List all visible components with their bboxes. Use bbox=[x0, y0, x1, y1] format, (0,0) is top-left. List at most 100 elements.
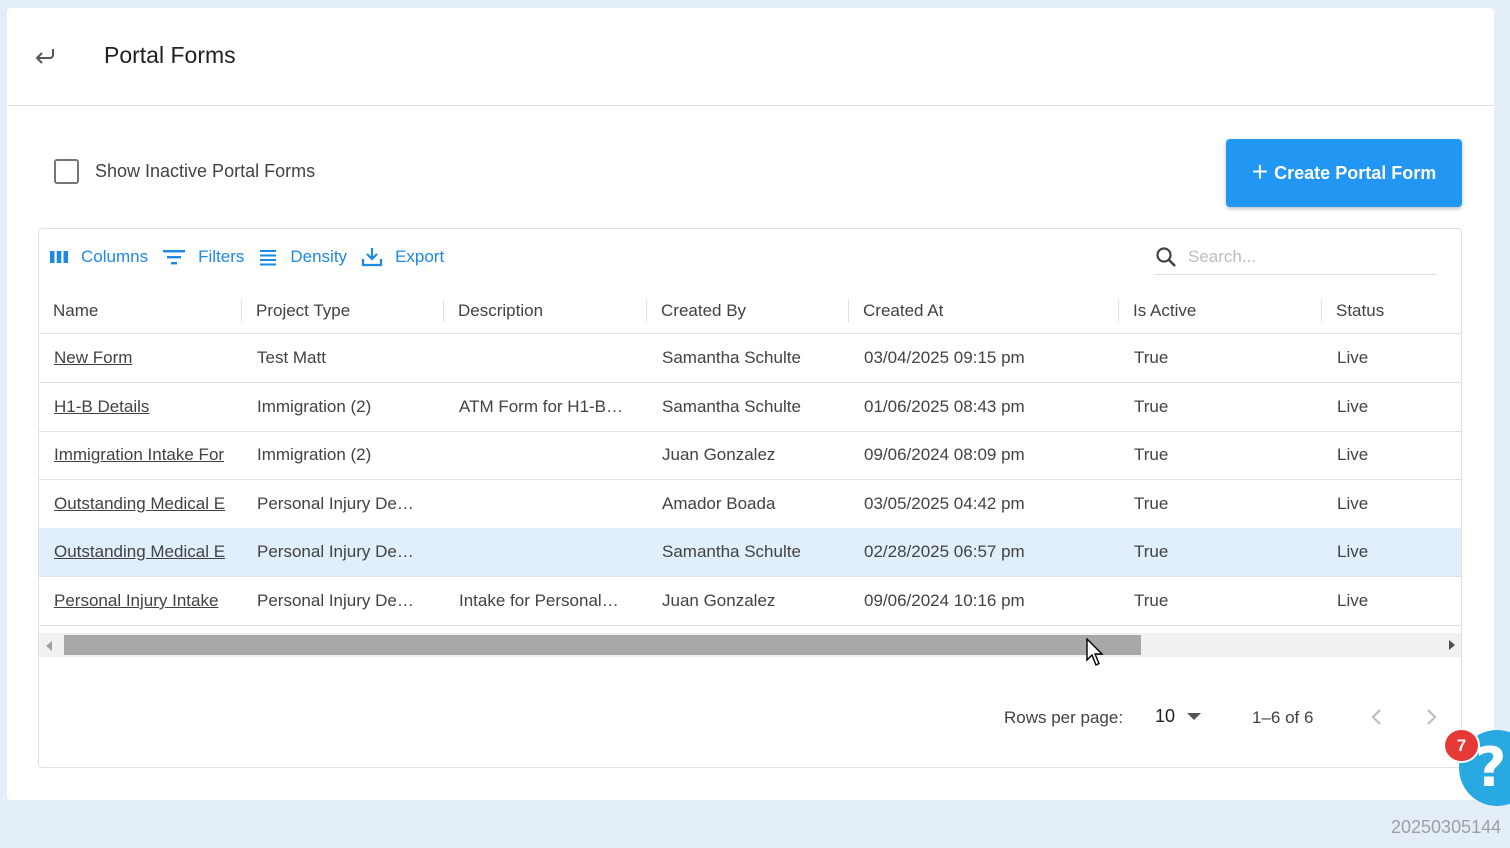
column-separator[interactable] bbox=[848, 300, 849, 322]
scrollbar-thumb[interactable] bbox=[64, 635, 1141, 655]
column-separator[interactable] bbox=[1321, 300, 1322, 322]
portal-forms-grid: Columns Filters Density Export Search...… bbox=[38, 228, 1462, 768]
created-by-cell: Juan Gonzalez bbox=[662, 591, 776, 610]
column-header-description[interactable]: Description bbox=[458, 287, 543, 334]
table-row[interactable]: New Form Test Matt Samantha Schulte 03/0… bbox=[39, 334, 1461, 383]
description-cell: Intake for Personal… bbox=[459, 591, 619, 610]
density-label: Density bbox=[290, 247, 348, 266]
download-icon bbox=[361, 248, 383, 267]
chevron-right-icon bbox=[1427, 709, 1437, 725]
is-active-cell: True bbox=[1134, 445, 1169, 464]
columns-button[interactable]: Columns bbox=[49, 247, 148, 267]
description-cell bbox=[459, 431, 649, 479]
created-by-cell: Samantha Schulte bbox=[662, 397, 801, 416]
column-separator[interactable] bbox=[646, 300, 647, 322]
table-row[interactable]: H1-B Details Immigration (2) ATM Form fo… bbox=[39, 383, 1461, 432]
table-row[interactable]: Outstanding Medical E Personal Injury De… bbox=[39, 480, 1461, 529]
columns-icon bbox=[50, 251, 68, 263]
form-name-link[interactable]: New Form bbox=[54, 334, 244, 382]
search-input[interactable] bbox=[1188, 246, 1418, 267]
pagination-range: 1–6 of 6 bbox=[1252, 708, 1314, 727]
created-at-cell: 09/06/2024 10:16 pm bbox=[864, 591, 1025, 610]
rows-per-page-select[interactable]: 10 bbox=[1155, 706, 1202, 727]
page-title: Portal Forms bbox=[104, 42, 236, 68]
show-inactive-toggle[interactable]: Show Inactive Portal Forms bbox=[54, 159, 315, 184]
question-mark-icon: ? bbox=[1475, 736, 1507, 799]
description-cell: ATM Form for H1-B… bbox=[459, 397, 624, 416]
notification-badge: 7 bbox=[1443, 728, 1480, 763]
columns-label: Columns bbox=[81, 247, 149, 266]
back-button[interactable] bbox=[31, 42, 59, 70]
column-separator[interactable] bbox=[443, 300, 444, 322]
horizontal-scrollbar[interactable] bbox=[39, 633, 1461, 657]
show-inactive-checkbox[interactable] bbox=[54, 159, 79, 184]
table-header: Name Project Type Description Created By… bbox=[39, 287, 1461, 334]
next-page-button[interactable] bbox=[1423, 706, 1439, 733]
column-separator[interactable] bbox=[241, 300, 242, 322]
density-icon bbox=[260, 250, 277, 266]
mouse-cursor-icon bbox=[1086, 638, 1104, 666]
create-portal-form-button[interactable]: + Create Portal Form bbox=[1226, 139, 1462, 207]
is-active-cell: True bbox=[1134, 591, 1169, 610]
status-cell: Live bbox=[1337, 348, 1369, 367]
column-header-created-at[interactable]: Created At bbox=[863, 287, 943, 334]
description-cell bbox=[459, 528, 649, 576]
pagination: Rows per page: 10 1–6 of 6 bbox=[39, 704, 1461, 734]
previous-page-button[interactable] bbox=[1369, 706, 1385, 733]
column-header-project-type[interactable]: Project Type bbox=[256, 287, 350, 334]
created-by-cell: Samantha Schulte bbox=[662, 348, 801, 367]
column-separator[interactable] bbox=[1118, 300, 1119, 322]
column-header-is-active[interactable]: Is Active bbox=[1133, 287, 1196, 334]
created-by-cell: Amador Boada bbox=[662, 494, 776, 513]
is-active-cell: True bbox=[1134, 397, 1169, 416]
project-type-cell: Personal Injury De… bbox=[257, 494, 414, 513]
is-active-cell: True bbox=[1134, 494, 1169, 513]
search-field[interactable] bbox=[1154, 239, 1436, 275]
status-cell: Live bbox=[1337, 445, 1369, 464]
form-name-link[interactable]: Outstanding Medical E bbox=[54, 480, 243, 528]
filter-icon bbox=[163, 250, 186, 265]
back-arrow-icon bbox=[35, 49, 54, 64]
form-name-link[interactable]: H1-B Details bbox=[54, 383, 244, 431]
rows-per-page-label: Rows per page: bbox=[1004, 708, 1124, 727]
is-active-cell: True bbox=[1134, 348, 1169, 367]
table-row[interactable]: Immigration Intake For Immigration (2) J… bbox=[39, 431, 1461, 480]
show-inactive-label: Show Inactive Portal Forms bbox=[95, 161, 316, 181]
form-name-link[interactable]: Personal Injury Intake bbox=[54, 577, 244, 625]
created-by-cell: Juan Gonzalez bbox=[662, 445, 776, 464]
status-cell: Live bbox=[1337, 494, 1369, 513]
project-type-cell: Personal Injury De… bbox=[257, 591, 414, 610]
description-cell bbox=[459, 480, 649, 528]
table-row[interactable]: Personal Injury Intake Personal Injury D… bbox=[39, 577, 1461, 626]
created-at-cell: 01/06/2025 08:43 pm bbox=[864, 397, 1025, 416]
table-row-selected[interactable]: Outstanding Medical E Personal Injury De… bbox=[39, 528, 1461, 577]
created-at-cell: 03/04/2025 09:15 pm bbox=[864, 348, 1025, 367]
status-cell: Live bbox=[1337, 542, 1369, 561]
version-number: 20250305144 bbox=[1391, 817, 1502, 837]
project-type-cell: Test Matt bbox=[257, 348, 326, 367]
form-name-link[interactable]: Outstanding Medical E bbox=[54, 528, 243, 576]
plus-icon: + bbox=[1251, 156, 1269, 187]
filters-button[interactable]: Filters bbox=[162, 247, 244, 267]
created-at-cell: 03/05/2025 04:42 pm bbox=[864, 494, 1025, 513]
export-button[interactable]: Export bbox=[361, 247, 444, 267]
is-active-cell: True bbox=[1134, 542, 1169, 561]
form-name-link[interactable]: Immigration Intake For bbox=[54, 431, 243, 479]
description-cell bbox=[459, 334, 649, 382]
created-by-cell: Samantha Schulte bbox=[662, 542, 801, 561]
scroll-right-arrow-icon[interactable] bbox=[1449, 640, 1455, 650]
filters-label: Filters bbox=[198, 247, 245, 266]
create-portal-form-label: Create Portal Form bbox=[1274, 162, 1437, 183]
project-type-cell: Personal Injury De… bbox=[257, 542, 414, 561]
dropdown-caret-icon bbox=[1187, 713, 1202, 720]
column-header-created-by[interactable]: Created By bbox=[661, 287, 746, 334]
status-cell: Live bbox=[1337, 591, 1369, 610]
project-type-cell: Immigration (2) bbox=[257, 445, 372, 464]
rows-per-page-value: 10 bbox=[1155, 706, 1176, 726]
project-type-cell: Immigration (2) bbox=[257, 397, 372, 416]
column-header-name[interactable]: Name bbox=[53, 287, 98, 334]
column-header-status[interactable]: Status bbox=[1336, 287, 1384, 334]
density-button[interactable]: Density bbox=[258, 247, 347, 267]
scroll-left-arrow-icon[interactable] bbox=[46, 641, 52, 651]
export-label: Export bbox=[395, 247, 445, 266]
